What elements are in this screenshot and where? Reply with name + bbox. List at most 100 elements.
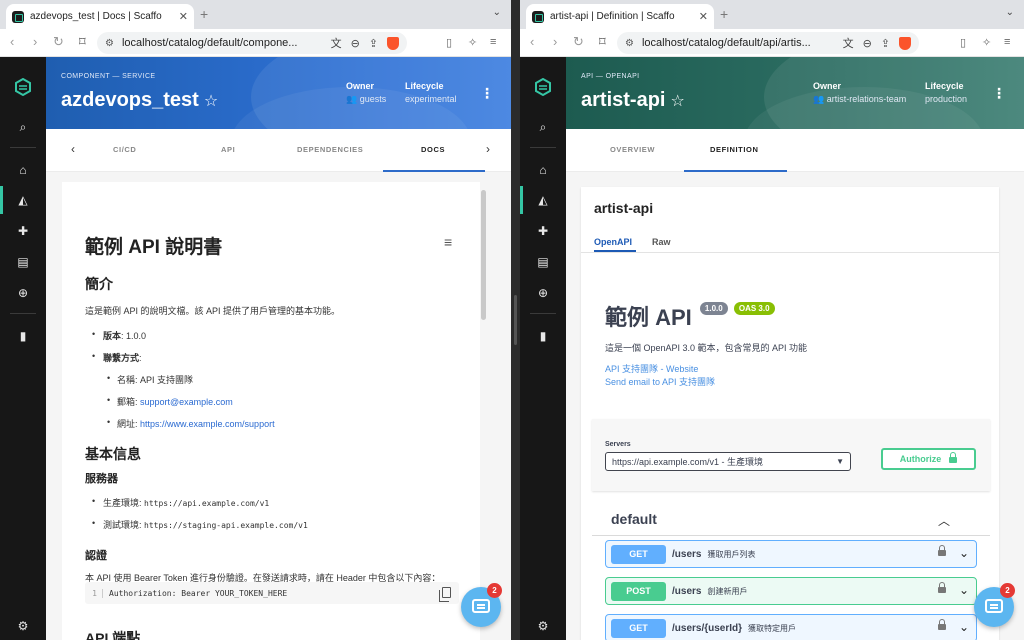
home-icon[interactable]: ⌂ xyxy=(0,163,46,177)
bookmark-icon[interactable]: ⌑ xyxy=(79,35,86,49)
backstage-logo-icon[interactable] xyxy=(534,78,552,96)
servers-label: Servers xyxy=(605,441,631,448)
share-icon[interactable]: ⇪ xyxy=(881,37,890,50)
new-tab-icon[interactable]: + xyxy=(720,6,728,22)
site-info-icon[interactable]: ⚙ xyxy=(625,38,634,49)
translate-icon[interactable]: 文 xyxy=(843,35,854,51)
tab-dependencies[interactable]: DEPENDENCIES xyxy=(297,145,363,154)
create-icon[interactable]: ⊕ xyxy=(0,286,46,300)
operation-row[interactable]: GET /users/{userId} 獲取特定用戶 ⌄ xyxy=(605,614,977,640)
analytics-icon[interactable]: ▮ xyxy=(520,329,566,343)
site-link[interactable]: https://www.example.com/support xyxy=(140,419,275,429)
lock-icon[interactable] xyxy=(938,545,946,556)
menu-icon[interactable]: ≡ xyxy=(1004,36,1010,48)
catalog-icon[interactable]: ◭ xyxy=(520,186,566,214)
search-icon[interactable]: ⌕ xyxy=(520,120,566,134)
reload-icon[interactable]: ↻ xyxy=(53,35,64,49)
reload-icon[interactable]: ↻ xyxy=(573,35,584,49)
copy-icon[interactable] xyxy=(439,587,451,602)
search-icon[interactable]: ⌕ xyxy=(0,120,46,134)
lock-icon[interactable] xyxy=(938,619,946,630)
bookmark-icon[interactable]: ⌑ xyxy=(599,35,606,49)
scroll-left-icon[interactable]: ‹ xyxy=(71,142,75,156)
brave-shields-icon[interactable] xyxy=(387,36,399,50)
settings-icon[interactable]: ⚙ xyxy=(0,619,46,633)
puzzle-icon[interactable]: ✚ xyxy=(520,224,566,238)
tab-raw[interactable]: Raw xyxy=(652,237,671,247)
forward-icon[interactable]: › xyxy=(33,35,37,49)
owner-value[interactable]: 👥 guests xyxy=(346,94,386,105)
browser-tab[interactable]: azdevops_test | Docs | Scaffo ✕ xyxy=(6,4,194,29)
home-icon[interactable]: ⌂ xyxy=(520,163,566,177)
create-icon[interactable]: ⊕ xyxy=(520,286,566,300)
settings-icon[interactable]: ⚙ xyxy=(520,619,566,633)
zoom-icon[interactable]: ⊖ xyxy=(351,37,360,50)
chevron-up-icon[interactable]: ︿ xyxy=(938,512,950,529)
docs-icon[interactable]: ▤ xyxy=(520,255,566,269)
operation-row[interactable]: GET /users 獲取用戶列表 ⌄ xyxy=(605,540,977,568)
menu-icon[interactable]: ≡ xyxy=(490,36,496,48)
operation-row[interactable]: POST /users 創建新用戶 ⌄ xyxy=(605,577,977,605)
server-select[interactable]: https://api.example.com/v1 - 生產環境 ▼ xyxy=(605,452,851,471)
leo-icon[interactable]: ✧ xyxy=(982,36,991,49)
email-link[interactable]: support@example.com xyxy=(140,397,233,407)
toc-menu-icon[interactable]: ≡ xyxy=(444,234,452,250)
back-icon[interactable]: ‹ xyxy=(10,35,14,49)
scroll-right-icon[interactable]: › xyxy=(486,142,490,156)
share-icon[interactable]: ⇪ xyxy=(369,37,378,50)
tab-ci-cd[interactable]: CI/CD xyxy=(113,145,136,154)
lifecycle-meta: Lifecycle production xyxy=(925,81,967,104)
browser-tab[interactable]: artist-api | Definition | Scaffo ✕ xyxy=(526,4,714,29)
more-options-icon[interactable]: ⋮ xyxy=(480,85,494,102)
back-icon[interactable]: ‹ xyxy=(530,35,534,49)
email-link[interactable]: Send email to API 支持團隊 xyxy=(605,375,715,388)
tab-docs[interactable]: DOCS xyxy=(421,145,445,154)
close-tab-icon[interactable]: ✕ xyxy=(179,10,188,23)
backstage-logo-icon[interactable] xyxy=(14,78,32,96)
website-link[interactable]: API 支持團隊 - Website xyxy=(605,362,698,375)
site-info-icon[interactable]: ⚙ xyxy=(105,38,114,49)
close-tab-icon[interactable]: ✕ xyxy=(699,10,708,23)
tab-definition[interactable]: DEFINITION xyxy=(710,145,759,154)
intro-text: 這是範例 API 的說明文檔。該 API 提供了用戶管理的基本功能。 xyxy=(85,306,341,316)
owner-meta: Owner 👥 artist-relations-team xyxy=(813,81,906,105)
new-tab-icon[interactable]: + xyxy=(200,6,208,22)
puzzle-icon[interactable]: ✚ xyxy=(0,224,46,238)
tab-list-chevron-icon[interactable]: ⌄ xyxy=(493,7,501,18)
chevron-down-icon[interactable]: ⌄ xyxy=(959,583,969,597)
address-bar[interactable]: ⚙ localhost/catalog/default/api/artis...… xyxy=(617,32,919,54)
tab-overview[interactable]: OVERVIEW xyxy=(610,145,655,154)
scrollbar[interactable] xyxy=(481,190,486,320)
address-bar[interactable]: ⚙ localhost/catalog/default/compone... 文… xyxy=(97,32,407,54)
entity-kind: API — OPENAPI xyxy=(581,73,640,80)
prod-label: 生產環境: xyxy=(103,498,145,508)
basic-heading: 基本信息 xyxy=(85,446,141,462)
translate-icon[interactable]: 文 xyxy=(331,35,342,51)
forward-icon[interactable]: › xyxy=(553,35,557,49)
sidebar-toggle-icon[interactable]: ▯ xyxy=(960,36,966,49)
operation-summary: 獲取特定用戶 xyxy=(748,623,797,633)
zoom-icon[interactable]: ⊖ xyxy=(863,37,872,50)
leo-icon[interactable]: ✧ xyxy=(468,36,477,49)
catalog-icon[interactable]: ◭ xyxy=(0,186,46,214)
tab-api[interactable]: API xyxy=(221,145,235,154)
sidebar-toggle-icon[interactable]: ▯ xyxy=(446,36,452,49)
docs-icon[interactable]: ▤ xyxy=(0,255,46,269)
group-icon: 👥 xyxy=(346,94,360,104)
owner-value[interactable]: 👥 artist-relations-team xyxy=(813,94,906,105)
authorize-button[interactable]: Authorize xyxy=(881,448,976,470)
brave-shields-icon[interactable] xyxy=(899,36,911,50)
tag-heading[interactable]: default xyxy=(611,511,657,527)
lock-icon[interactable] xyxy=(938,582,946,593)
endpoints-section: API 端點 xyxy=(85,628,462,640)
tab-openapi[interactable]: OpenAPI xyxy=(594,237,632,247)
divider-grip[interactable] xyxy=(514,295,517,345)
analytics-icon[interactable]: ▮ xyxy=(0,329,46,343)
star-icon[interactable]: ☆ xyxy=(204,93,218,110)
chevron-down-icon[interactable]: ⌄ xyxy=(959,620,969,634)
list-item: 郵箱: support@example.com xyxy=(85,395,462,408)
chevron-down-icon[interactable]: ⌄ xyxy=(959,546,969,560)
more-options-icon[interactable]: ⋮ xyxy=(992,85,1006,102)
star-icon[interactable]: ☆ xyxy=(670,93,684,110)
tab-list-chevron-icon[interactable]: ⌄ xyxy=(1006,7,1014,18)
